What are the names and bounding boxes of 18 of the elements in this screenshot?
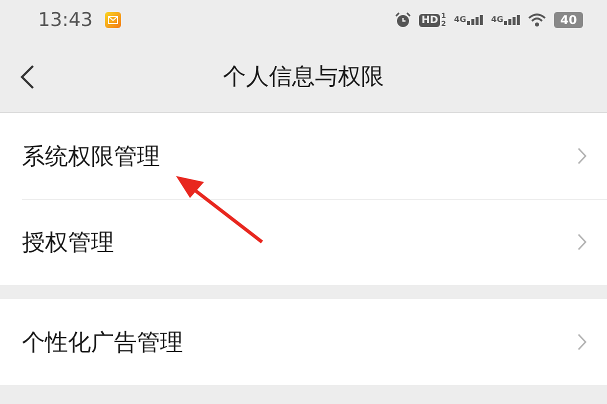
item-label: 授权管理 — [22, 228, 115, 258]
battery-indicator: 40 — [554, 12, 583, 28]
chevron-icon — [577, 147, 587, 165]
status-time: 13:43 — [38, 9, 93, 31]
item-label: 个性化广告管理 — [22, 328, 184, 358]
chevron-icon — [577, 233, 587, 251]
wifi-icon — [528, 13, 546, 27]
chevron-icon — [577, 333, 587, 351]
network-type: 4G — [454, 15, 466, 24]
signal-icon — [467, 15, 484, 25]
hd-badge: HD — [419, 14, 440, 26]
alarm-icon — [395, 12, 412, 28]
item-label: 系统权限管理 — [22, 142, 161, 172]
back-icon[interactable] — [18, 64, 36, 90]
mail-icon — [104, 12, 121, 28]
network-type: 4G — [491, 15, 504, 24]
page-title: 个人信息与权限 — [223, 62, 384, 92]
signal-icon — [504, 15, 520, 25]
